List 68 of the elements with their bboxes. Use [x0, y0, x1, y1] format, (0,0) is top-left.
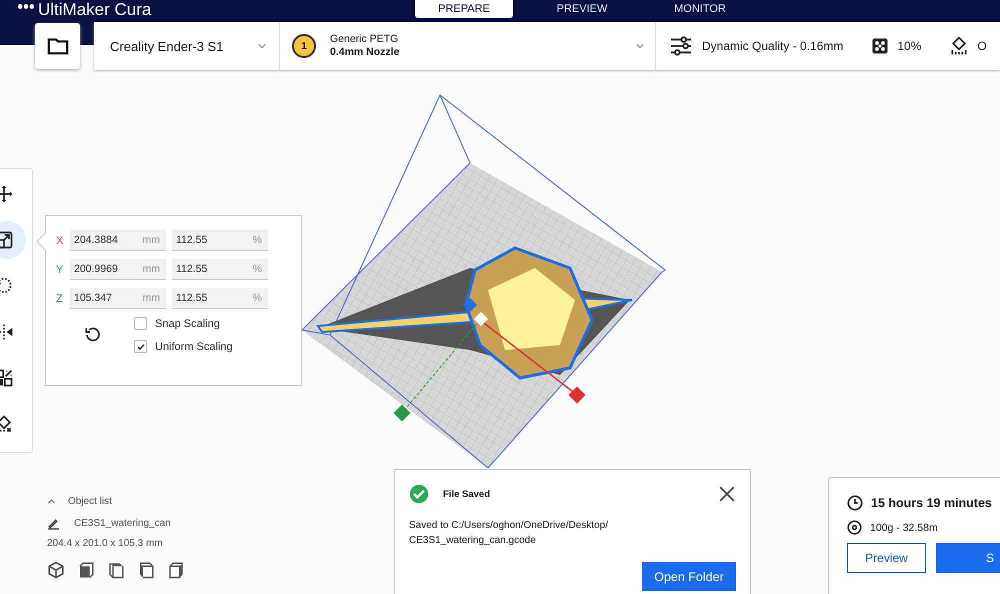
pencil-icon — [47, 517, 60, 530]
stage-tab[interactable]: MONITOR — [651, 0, 749, 18]
axis-label: X — [56, 234, 64, 246]
percent-field[interactable]: 112.55 % — [172, 288, 268, 309]
object-list-toggle[interactable]: Object list — [47, 496, 185, 507]
mirror-icon — [0, 322, 14, 342]
reset-button[interactable] — [84, 326, 102, 344]
spool-icon — [847, 520, 862, 535]
chevron-down-icon — [257, 41, 267, 51]
material-selector[interactable]: 1 Generic PETG 0.4mm Nozzle — [280, 22, 656, 70]
preview-button[interactable]: Preview — [847, 543, 926, 573]
camera-view-button[interactable] — [107, 561, 125, 579]
app-title: UltiMaker Cura — [38, 0, 152, 20]
action-button[interactable]: S — [936, 543, 1000, 573]
stage-tab[interactable]: PREVIEW — [533, 0, 631, 18]
camera-view-button[interactable] — [167, 561, 185, 579]
support-blocker-icon — [0, 414, 14, 434]
camera-view-button[interactable] — [77, 561, 95, 579]
print-time: 15 hours 19 minutes — [871, 496, 992, 510]
checkbox-label: Uniform Scaling — [155, 340, 233, 352]
grid-icon — [0, 368, 14, 388]
camera-view-button[interactable] — [47, 561, 65, 579]
open-folder-button[interactable]: Open Folder — [642, 562, 736, 591]
close-button[interactable] — [718, 485, 736, 503]
cube-front-icon — [77, 561, 95, 579]
print-settings-selector[interactable]: Dynamic Quality - 0.16mm 10% O — [656, 22, 1000, 70]
extruder-badge: 1 — [292, 34, 316, 58]
rotate-icon — [0, 276, 14, 296]
move-icon — [0, 184, 14, 204]
profile-label: Dynamic Quality - 0.16mm — [702, 39, 844, 53]
camera-view-button[interactable] — [137, 561, 155, 579]
cube-top-icon — [107, 561, 125, 579]
clock-icon — [847, 495, 863, 511]
cube-icon — [47, 561, 65, 579]
nozzle-size: 0.4mm Nozzle — [330, 46, 400, 59]
support-label: O — [977, 39, 987, 53]
stage-tab[interactable]: PREPARE — [415, 0, 513, 18]
axis-label: Z — [56, 292, 64, 304]
notification-message: Saved to C:/Users/oghon/OneDrive/Desktop/ CE3S1_watering_can.gcode — [409, 519, 609, 548]
percent-field[interactable]: 112.55 % — [172, 230, 268, 251]
notification-title: File Saved — [443, 488, 491, 500]
percent-field[interactable]: 112.55 % — [172, 259, 268, 280]
scale-icon — [0, 230, 14, 250]
success-check-icon — [409, 484, 429, 504]
open-file-button[interactable] — [35, 23, 80, 69]
material-usage: 100g - 32.58m — [870, 522, 938, 534]
material-name: Generic PETG — [330, 33, 400, 46]
chevron-up-icon — [47, 497, 56, 506]
axis-label: Y — [56, 264, 64, 276]
checkbox-label: Snap Scaling — [155, 318, 220, 330]
printer-selector[interactable]: Creality Ender-3 S1 — [94, 22, 280, 70]
object-dimensions: 204.4 x 201.0 x 105.3 mm — [47, 538, 164, 549]
size-field[interactable]: 105.347 mm — [70, 288, 166, 309]
cube-left-icon — [137, 561, 155, 579]
object-name[interactable]: CE3S1_watering_can — [74, 518, 171, 529]
sliders-icon — [668, 35, 694, 57]
checkmark-icon — [136, 342, 144, 350]
infill-label: 10% — [897, 39, 922, 53]
checkbox[interactable] — [134, 317, 147, 330]
size-field[interactable]: 200.9969 mm — [70, 259, 166, 280]
infill-icon — [871, 37, 890, 55]
checkbox[interactable] — [134, 340, 147, 353]
logo-icon — [18, 4, 34, 9]
cube-right-icon — [167, 561, 185, 579]
close-icon — [718, 485, 736, 503]
support-icon — [949, 36, 970, 56]
size-field[interactable]: 204.3884 mm — [70, 230, 166, 251]
chevron-down-icon — [635, 41, 645, 51]
